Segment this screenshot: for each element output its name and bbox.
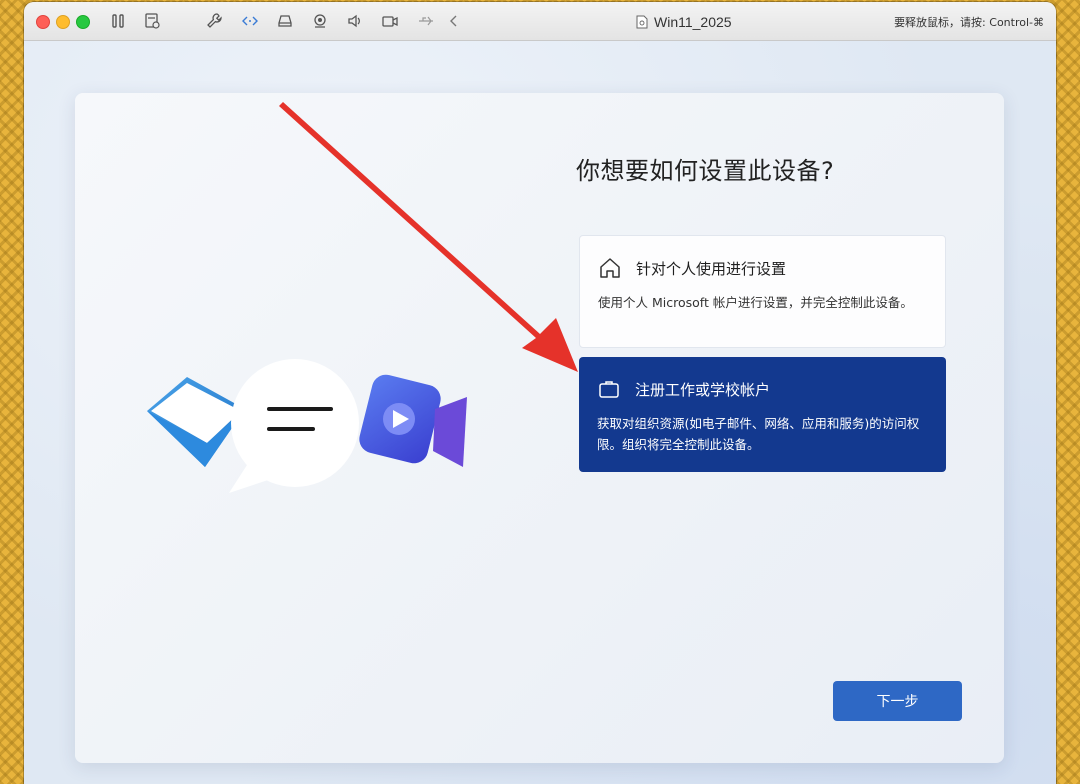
document-icon [636,15,648,29]
option-personal-description: 使用个人 Microsoft 帐户进行设置，并完全控制此设备。 [598,295,913,310]
drive-icon[interactable] [276,12,294,30]
option-personal-title: 针对个人使用进行设置 [636,259,787,278]
camera-icon[interactable] [311,12,329,30]
page-title: 你想要如何设置此设备? [576,157,835,185]
title-bar: Win11_2025 要释放鼠标，请按: Control-⌘ [24,2,1056,41]
communication-illustration [147,359,467,493]
option-work-title: 注册工作或学校帐户 [635,380,771,399]
mail-icon [147,377,245,467]
vm-screen: 你想要如何设置此设备? 针对个人使用进行设置 使用个人 Microsoft 帐户… [24,41,1056,784]
option-work-school[interactable]: 注册工作或学校帐户 获取对组织资源(如电子邮件、网络、应用和服务)的访问权限。组… [579,357,946,472]
wrench-icon[interactable] [205,12,223,30]
option-personal-use[interactable]: 针对个人使用进行设置 使用个人 Microsoft 帐户进行设置，并完全控制此设… [579,235,946,348]
video-icon[interactable] [381,12,399,30]
window-title: Win11_2025 [636,12,732,32]
vm-window: Win11_2025 要释放鼠标，请按: Control-⌘ 你想要如何设置此设… [24,2,1056,784]
chat-bubble-icon [229,359,359,493]
usb-icon[interactable] [417,12,435,30]
oobe-panel: 你想要如何设置此设备? 针对个人使用进行设置 使用个人 Microsoft 帐户… [75,93,1004,763]
next-button[interactable]: 下一步 [833,681,962,721]
back-chevron-icon[interactable] [445,12,463,30]
snapshot-icon[interactable] [143,12,161,30]
close-button[interactable] [36,15,50,29]
home-icon [598,256,622,280]
pause-icon[interactable] [109,12,127,30]
briefcase-icon [597,377,621,401]
option-work-description: 获取对组织资源(如电子邮件、网络、应用和服务)的访问权限。组织将完全控制此设备。 [597,416,920,452]
zoom-button[interactable] [76,15,90,29]
minimize-button[interactable] [56,15,70,29]
video-call-icon [359,374,467,467]
window-title-text: Win11_2025 [654,14,732,30]
code-arrows-icon[interactable] [241,12,259,30]
release-mouse-hint: 要释放鼠标，请按: Control-⌘ [894,16,1044,29]
speaker-icon[interactable] [346,12,364,30]
